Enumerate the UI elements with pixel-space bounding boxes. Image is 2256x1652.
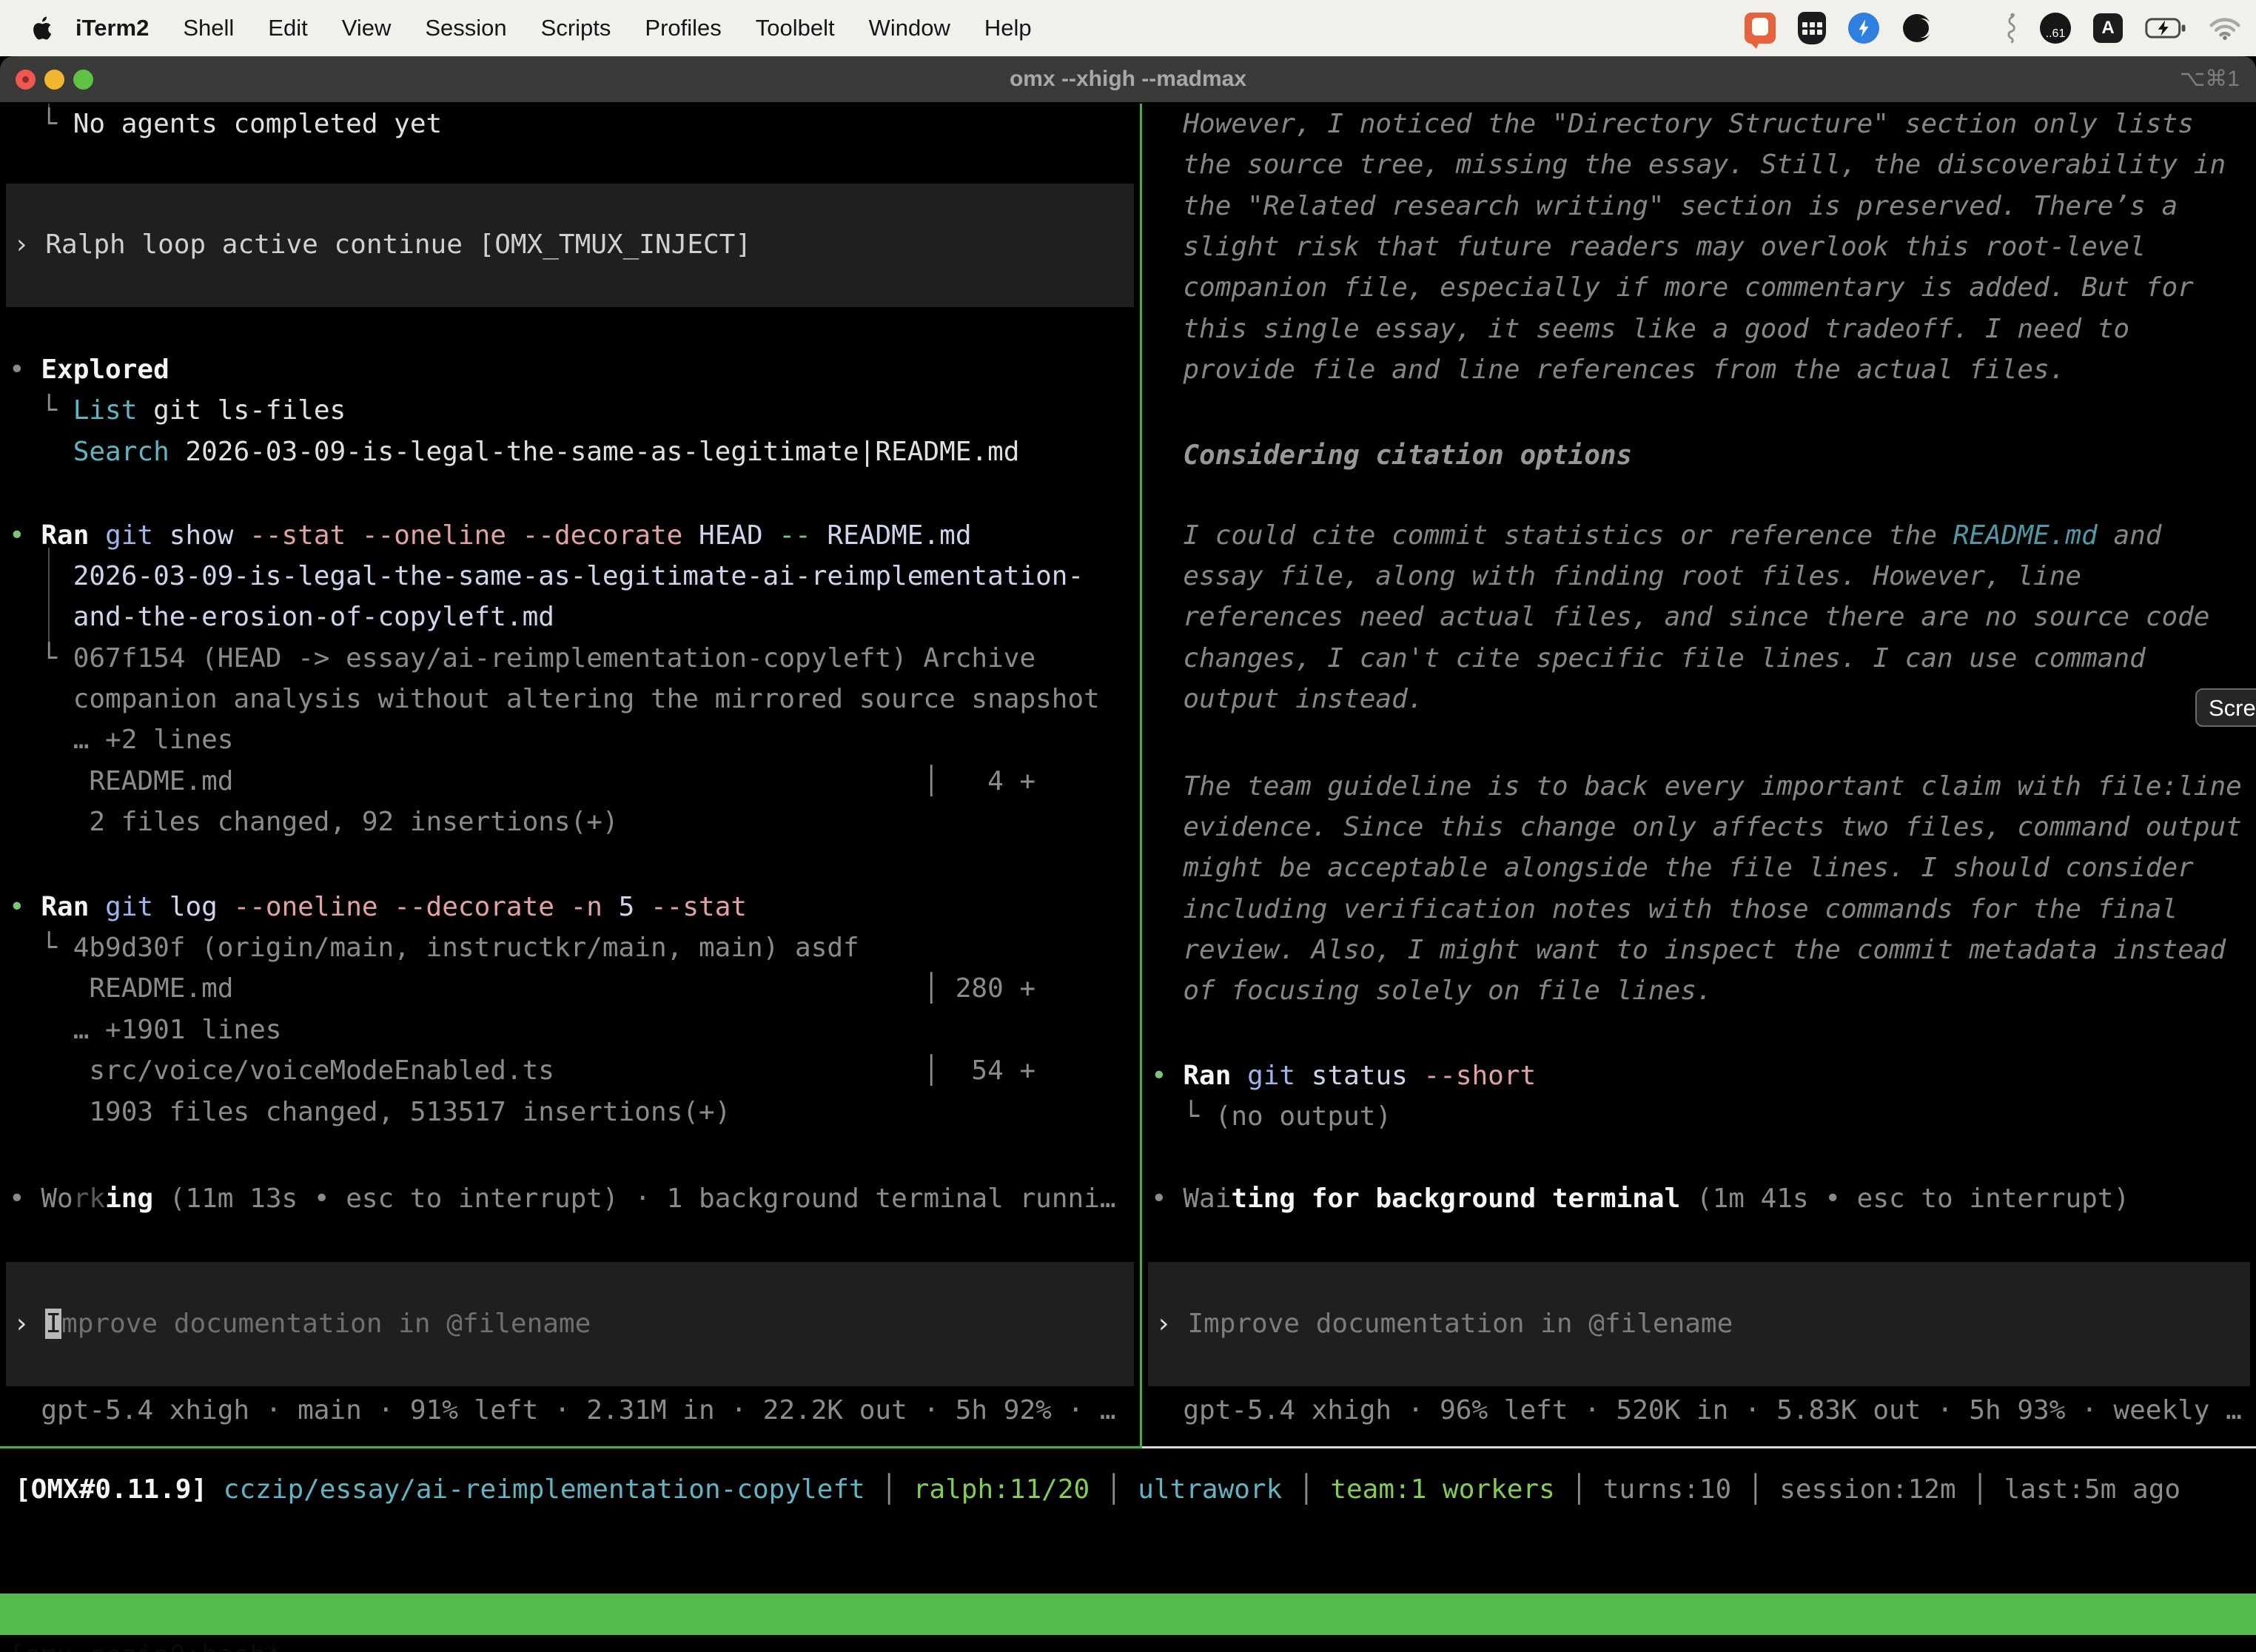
apple-logo-icon [31,16,52,41]
terminal-line: … +2 lines [9,719,1140,761]
terminal-line: changes, I can't cite specific file line… [1151,638,2256,679]
terminal-line: 2 files changed, 92 insertions(+) [9,802,1140,843]
menu-item-shell[interactable]: Shell [183,15,234,41]
prompt-input-left[interactable]: › Improve documentation in @filename [6,1262,1134,1386]
terminal-line: companion analysis without altering the … [9,679,1140,720]
menu-item-edit[interactable]: Edit [268,15,307,41]
screen-recording-indicator-icon[interactable] [1745,13,1776,44]
terminal-line: essay file, along with finding root file… [1151,556,2256,597]
crescent-moon-icon[interactable] [1901,13,1933,44]
blue-badge-bolt-icon[interactable] [1848,13,1879,44]
menu-item-session[interactable]: Session [425,15,506,41]
terminal-line: including verification notes with those … [1151,889,2256,930]
window-shortcut-hint: ⌥⌘1 [2180,56,2240,102]
terminal-line: slight risk that future readers may over… [1151,226,2256,268]
tmux-window-name[interactable]: [omx-cczip0:bash* [9,1635,281,1652]
terminal-line: Search 2026-03-09-is-legal-the-same-as-l… [9,432,1140,473]
terminal-line: this single essay, it seems like a good … [1151,309,2256,350]
terminal-line: Considering citation options [1151,435,2256,477]
injected-prompt-box: › Ralph loop active continue [OMX_TMUX_I… [6,184,1134,307]
shield-grid-icon[interactable] [1798,12,1826,44]
menu-item-profiles[interactable]: Profiles [645,15,721,41]
terminal-line: might be acceptable alongside the file l… [1151,847,2256,889]
terminal-line: README.md │ 280 + [9,968,1140,1010]
terminal-line: I could cite commit statistics or refere… [1151,515,2256,557]
battery-icon[interactable] [2145,17,2186,39]
terminal-line: and-the-erosion-of-copyleft.md [9,597,1140,638]
terminal-content: › Ralph loop active continue [OMX_TMUX_I… [0,102,2256,1652]
pane-border-right [1142,1446,2256,1448]
terminal-line: However, I noticed the "Directory Struct… [1151,104,2256,145]
terminal-line: the "Related research writing" section i… [1151,186,2256,227]
iterm-window: omx --xhigh --madmax ⌥⌘1 › Ralph loop ac… [0,56,2256,1652]
terminal-line: • Working (11m 13s • esc to interrupt) ·… [9,1178,1140,1220]
desktop: iTerm2 Shell Edit View Session Scripts Profile… [0,0,2256,1652]
terminal-line: └ (no output) [1151,1096,2256,1138]
terminal-line: The team guideline is to back every impo… [1151,766,2256,807]
terminal-line: • Ran git log --oneline --decorate -n 5 … [9,887,1140,928]
menu-bar-status-icons: ..61 A [1745,12,2241,44]
menu-item-view[interactable]: View [342,15,392,41]
terminal-line: • Ran git status --short [1151,1055,2256,1097]
apple-menu-icon[interactable] [31,16,52,41]
keyboard-layout-icon[interactable]: A [2093,13,2123,43]
agent-pane-left[interactable]: › Ralph loop active continue [OMX_TMUX_I… [0,104,1140,1448]
menu-items: iTerm2 Shell Edit View Session Scripts Profile… [75,15,1032,41]
terminal-line: src/voice/voiceModeEnabled.ts │ 54 + [9,1050,1140,1092]
agent-pane-right[interactable]: › Improve documentation in @filename How… [1142,104,2256,1448]
terminal-line: 1903 files changed, 513517 insertions(+) [9,1092,1140,1133]
terminal-line: • Explored [9,349,1140,391]
terminal-line: └ No agents completed yet [9,104,1140,145]
squiggle-icon[interactable] [2004,13,2018,44]
terminal-line: provide file and line references from th… [1151,349,2256,391]
window-title: omx --xhigh --madmax [0,56,2256,102]
menu-item-help[interactable]: Help [984,15,1032,41]
prompt-input-line[interactable]: › Improve documentation in @filename [1155,1303,2250,1345]
menu-bar: iTerm2 Shell Edit View Session Scripts Profile… [0,0,2256,56]
terminal-line: • Waiting for background terminal (1m 41… [1151,1178,2256,1220]
injected-prompt: › Ralph loop active continue [OMX_TMUX_I… [13,224,1134,266]
prompt-input-right[interactable]: › Improve documentation in @filename [1148,1262,2250,1386]
window-title-bar[interactable]: omx --xhigh --madmax ⌥⌘1 [0,56,2256,103]
terminal-line: └ 4b9d30f (origin/main, instructkr/main,… [9,927,1140,969]
tmux-status-bar: [omx-cczip0:bash* "MacBook-Pro-44.local"… [0,1594,2256,1635]
wifi-icon[interactable] [2209,16,2241,41]
terminal-line: the source tree, missing the essay. Stil… [1151,144,2256,186]
terminal-line: references need actual files, and since … [1151,597,2256,638]
screen-tooltip-button[interactable]: Scre [2195,688,2256,727]
battery-app-icon[interactable]: ..61 [2040,13,2071,44]
menu-item-iterm2[interactable]: iTerm2 [75,15,149,41]
terminal-line: evidence. Since this change only affects… [1151,807,2256,848]
terminal-line: … +1901 lines [9,1010,1140,1051]
terminal-line: 2026-03-09-is-legal-the-same-as-legitima… [9,556,1140,597]
menu-item-window[interactable]: Window [869,15,950,41]
terminal-line: • Ran git show --stat --oneline --decora… [9,515,1140,557]
menu-item-toolbelt[interactable]: Toolbelt [756,15,835,41]
terminal-line: of focusing solely on file lines. [1151,970,2256,1012]
dots-grid-icon[interactable] [1955,15,1982,42]
terminal-line: gpt-5.4 xhigh · main · 91% left · 2.31M … [9,1390,1140,1431]
omx-status-bar: [OMX#0.11.9] cczip/essay/ai-reimplementa… [0,1450,2256,1594]
omx-status-text: [OMX#0.11.9] cczip/essay/ai-reimplementa… [0,1450,2256,1511]
terminal-line: └ 067f154 (HEAD -> essay/ai-reimplementa… [9,638,1140,679]
prompt-input-line[interactable]: › Improve documentation in @filename [13,1303,1134,1345]
terminal-line: README.md │ 4 + [9,761,1140,802]
menu-item-scripts[interactable]: Scripts [541,15,611,41]
terminal-line: └ List git ls-files [9,390,1140,432]
terminal-line: companion file, especially if more comme… [1151,267,2256,309]
terminal-line: review. Also, I might want to inspect th… [1151,930,2256,971]
pane-border-left-active [0,1446,1140,1448]
terminal-line: gpt-5.4 xhigh · 96% left · 520K in · 5.8… [1151,1390,2256,1431]
terminal-line: output instead. [1151,679,2256,720]
